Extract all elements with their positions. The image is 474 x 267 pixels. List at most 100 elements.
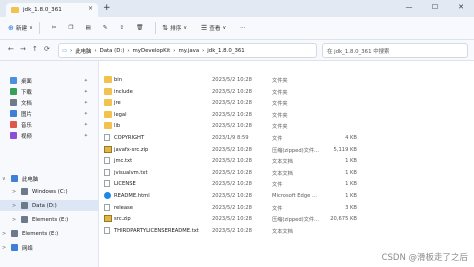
file-type: 文件夹 [272, 78, 288, 84]
divider [155, 22, 157, 34]
breadcrumb-item[interactable]: my.java [178, 48, 199, 54]
file-row[interactable]: jvisualvm.txt 2023/5/2 10:28 文本文档 1 KB [99, 167, 474, 179]
file-list: bin 2023/5/2 10:28 文件夹 include 2023/5/2 10:2… [99, 61, 474, 267]
expand-chevron-icon[interactable]: > [12, 217, 18, 223]
tab-jdk[interactable]: jdk_1.8.0_361 × [6, 3, 98, 17]
forward-button[interactable]: → [20, 45, 26, 53]
sidebar-item[interactable]: > Elements (E:) [0, 228, 98, 239]
file-row[interactable]: src.zip 2023/5/2 10:28 压缩(zipped)文件... 20,6… [99, 213, 474, 225]
sort-button[interactable]: ⇅ 排序 ∨ [162, 24, 187, 32]
sidebar-item[interactable]: 视频 ✦ [0, 130, 98, 141]
file-name: README.html [114, 193, 150, 199]
delete-icon[interactable]: 🗑 [136, 25, 143, 31]
rename-icon[interactable]: ✎ [103, 25, 108, 31]
file-size: 1 KB [345, 169, 357, 176]
view-icon: ☰ [200, 24, 208, 32]
sidebar-item[interactable]: 文档 ✦ [0, 97, 98, 108]
sidebar-item[interactable]: > Data (D:) [0, 200, 98, 211]
close-tab-icon[interactable]: × [88, 5, 93, 12]
file-type: 文件夹 [272, 124, 288, 131]
file-name: jvisualvm.txt [114, 169, 148, 176]
file-row[interactable]: lib 2023/5/2 10:28 文件夹 [99, 120, 474, 132]
file-name: jmc.txt [114, 158, 133, 165]
breadcrumb-item[interactable]: 此电脑 [75, 47, 91, 55]
sidebar-item[interactable]: 音乐 ✦ [0, 119, 98, 130]
new-button[interactable]: ⊕ 新建 ∨ [8, 24, 33, 32]
file-row[interactable]: javafx-src.zip 2023/5/2 10:28 压缩(zipped)文件… [99, 144, 474, 156]
sidebar-icon [11, 175, 18, 182]
sort-label: 排序 [170, 26, 182, 32]
up-button[interactable]: ↑ [32, 45, 38, 53]
refresh-button[interactable]: ⟳ [44, 45, 50, 53]
file-row[interactable]: jre 2023/5/2 10:28 文件夹 [99, 97, 474, 109]
breadcrumb-sep: › [94, 47, 97, 54]
back-button[interactable]: ← [8, 45, 14, 53]
file-row[interactable]: LICENSE 2023/5/2 10:28 文件 1 KB [99, 178, 474, 190]
expand-chevron-icon[interactable]: > [12, 203, 18, 209]
expand-chevron-icon[interactable]: > [2, 231, 8, 237]
close-window-button[interactable]: ✕ [448, 0, 474, 17]
file-type: 文件夹 [272, 101, 288, 108]
breadcrumb-sep: › [173, 47, 176, 54]
file-icon [104, 180, 110, 188]
file-name: legal [114, 111, 127, 118]
file-row[interactable]: include 2023/5/2 10:28 文件夹 [99, 86, 474, 98]
sidebar-item[interactable]: 图片 ✦ [0, 108, 98, 119]
file-type: Microsoft Edge ... [272, 193, 317, 199]
navigation-pane: 桌面 ✦ 下载 ✦ 文档 ✦ 图片 ✦ 音乐 ✦ 视频 ✦ ∨ 此电脑 > Windows (C:) > Data… [0, 61, 99, 267]
file-row[interactable]: THIRDPARTYLICENSEREADME.txt 2023/5/2 10:2… [99, 225, 474, 237]
sidebar-item-label: 此电脑 [22, 176, 39, 183]
expand-chevron-icon[interactable]: ∨ [2, 176, 8, 182]
file-type: 文件夹 [272, 89, 288, 96]
more-button[interactable]: ··· [240, 25, 245, 31]
tab-bar: jdk_1.8.0_361 × + — ☐ ✕ [0, 0, 474, 17]
breadcrumb-item[interactable]: jdk_1.8.0_361 [207, 48, 244, 54]
file-date: 2023/5/2 10:28 [212, 204, 252, 211]
sidebar-item[interactable]: > Elements (E:) [0, 214, 98, 225]
file-date: 2023/5/2 10:28 [212, 123, 252, 130]
file-row[interactable]: bin 2023/5/2 10:28 文件夹 [99, 74, 474, 86]
file-size: 20,675 KB [330, 216, 357, 223]
pin-icon: ✦ [83, 99, 88, 106]
chevron-down-icon: ∨ [29, 25, 33, 31]
share-icon[interactable]: ⇪ [119, 25, 124, 31]
sidebar-item[interactable]: > 网络 [0, 242, 98, 253]
expand-chevron-icon[interactable]: > [12, 189, 18, 195]
folder-icon [11, 7, 19, 13]
sidebar-item[interactable]: ∨ 此电脑 [0, 173, 98, 184]
file-row[interactable]: jmc.txt 2023/5/2 10:28 文本文档 1 KB [99, 155, 474, 167]
sidebar-item-label: Elements (E:) [22, 230, 59, 237]
view-button[interactable]: ☰ 查看 ∨ [201, 24, 226, 32]
breadcrumb-item[interactable]: myDevelopKit [133, 48, 171, 54]
sidebar-item-label: Data (D:) [32, 202, 57, 209]
search-input[interactable]: 在 jdk_1.8.0_361 中搜索 [322, 43, 468, 58]
chevron-down-icon: ∨ [183, 25, 187, 31]
breadcrumb[interactable]: ▭ › 此电脑 › Data (D:) › myDevelopKit › my.… [58, 43, 317, 58]
paste-icon[interactable]: ▤ [85, 25, 90, 31]
file-row[interactable]: COPYRIGHT 2023/1/9 8:59 文件 4 KB [99, 132, 474, 144]
copy-icon[interactable]: ❐ [68, 25, 73, 31]
sidebar-item[interactable]: 桌面 ✦ [0, 75, 98, 86]
file-date: 2023/5/2 10:28 [212, 216, 252, 223]
file-row[interactable]: legal 2023/5/2 10:28 文件夹 [99, 109, 474, 121]
sidebar-icon [10, 77, 17, 84]
sidebar-item[interactable]: > Windows (C:) [0, 186, 98, 197]
file-row[interactable]: README.html 2023/5/2 10:28 Microsoft Edge … [99, 190, 474, 202]
sidebar-item-label: 网络 [22, 245, 33, 252]
breadcrumb-item[interactable]: Data (D:) [100, 48, 125, 54]
sidebar-icon [11, 230, 18, 237]
cut-icon[interactable]: ✂ [52, 25, 57, 31]
new-tab-button[interactable]: + [103, 3, 111, 13]
file-type: 文本文档 [272, 159, 293, 166]
file-size: 1 KB [345, 181, 357, 188]
sidebar-icon [11, 244, 18, 251]
pin-icon: ✦ [83, 88, 88, 95]
sidebar-item[interactable]: 下载 ✦ [0, 86, 98, 97]
maximize-button[interactable]: ☐ [422, 0, 448, 17]
file-row[interactable]: release 2023/5/2 10:28 文件 3 KB [99, 202, 474, 214]
minimize-button[interactable]: — [396, 0, 422, 17]
expand-chevron-icon[interactable]: > [2, 245, 8, 251]
new-label: 新建 [15, 26, 28, 32]
file-name: LICENSE [114, 181, 136, 188]
file-date: 2023/5/2 10:28 [212, 193, 252, 199]
